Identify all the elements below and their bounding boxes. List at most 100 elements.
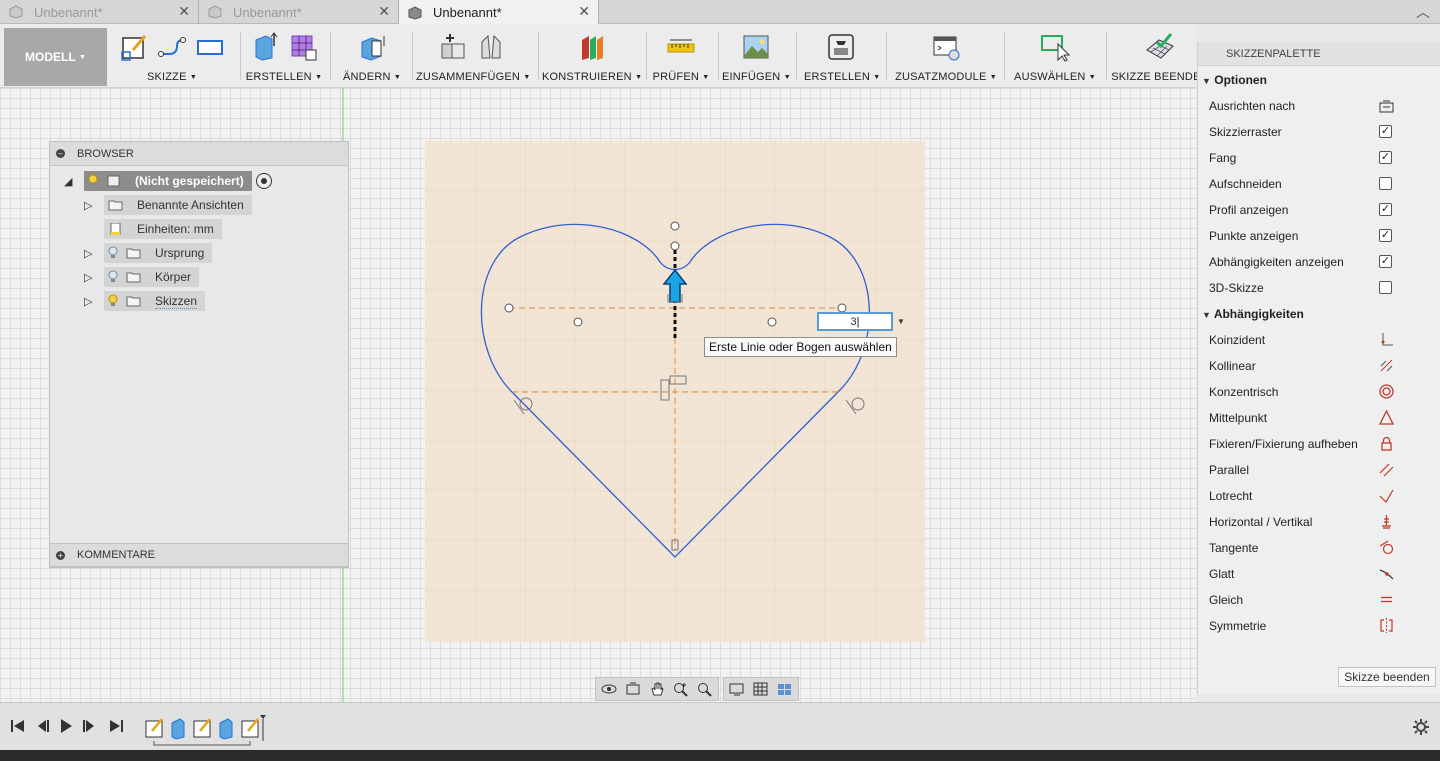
3d-print-icon[interactable] xyxy=(826,32,856,62)
workspace-switcher-button[interactable]: MODELL ▼ xyxy=(4,28,107,86)
expand-triangle-icon[interactable]: ◢ xyxy=(64,175,76,188)
constraint-row[interactable]: Horizontal / Vertikal xyxy=(1209,515,1399,529)
expand-triangle-icon[interactable]: ▷ xyxy=(84,295,96,308)
checkbox-punkte-anzeigen[interactable]: ✓ xyxy=(1379,229,1392,242)
scripts-addins-icon[interactable] xyxy=(931,32,961,62)
browser-item-skizzen[interactable]: ▷ Skizzen xyxy=(84,291,206,311)
erstellen-group[interactable]: ERSTELLEN ▼ xyxy=(244,24,324,88)
timeline-features[interactable] xyxy=(142,713,272,747)
checkbox-abhaengigkeiten-anzeigen[interactable]: ✓ xyxy=(1379,255,1392,268)
options-section-header[interactable]: ▼ Optionen xyxy=(1202,73,1267,87)
expand-plus-icon[interactable]: + xyxy=(56,550,65,560)
browser-header[interactable]: – BROWSER xyxy=(50,142,348,166)
horizontal-vertical-icon[interactable] xyxy=(1379,514,1394,529)
collapse-icon[interactable]: ︿ xyxy=(1416,2,1430,22)
expand-triangle-icon[interactable]: ▷ xyxy=(84,271,96,284)
play-icon[interactable] xyxy=(58,718,74,734)
midpoint-icon[interactable] xyxy=(1379,410,1394,425)
browser-item-ursprung[interactable]: ▷ Ursprung xyxy=(84,243,213,263)
tree-node[interactable]: Benannte Ansichten xyxy=(104,195,252,215)
create-sketch-icon[interactable] xyxy=(119,32,149,62)
orbit-icon[interactable] xyxy=(600,681,618,697)
look-at-icon[interactable] xyxy=(624,681,642,697)
activate-radio-icon[interactable] xyxy=(255,173,272,189)
insert-image-icon[interactable] xyxy=(741,32,771,62)
browser-item-benannte-ansichten[interactable]: ▷ Benannte Ansichten xyxy=(84,195,252,215)
select-icon[interactable] xyxy=(1040,32,1070,62)
zusammenfuegen-group[interactable]: ZUSAMMENFÜGEN ▼ xyxy=(416,24,530,88)
constraint-row[interactable]: Mittelpunkt xyxy=(1209,411,1399,425)
palette-header[interactable]: SKIZZENPALETTE xyxy=(1198,42,1440,66)
step-forward-icon[interactable] xyxy=(82,718,98,734)
perpendicular-icon[interactable] xyxy=(1379,488,1394,503)
lightbulb-icon[interactable] xyxy=(108,294,118,308)
aendern-group[interactable]: ÄNDERN ▼ xyxy=(336,24,408,88)
collinear-icon[interactable] xyxy=(1379,358,1394,373)
dimension-dropdown-icon[interactable]: ▼ xyxy=(895,313,907,330)
einfuegen-group[interactable]: EINFÜGEN ▼ xyxy=(722,24,791,88)
constraint-row[interactable]: Fixieren/Fixierung aufheben xyxy=(1209,437,1399,451)
lock-icon[interactable] xyxy=(1379,436,1394,451)
expand-triangle-icon[interactable]: ▷ xyxy=(84,199,96,212)
smooth-icon[interactable] xyxy=(1379,566,1394,581)
constraint-row[interactable]: Gleich xyxy=(1209,593,1399,607)
timeline-settings-gear-icon[interactable] xyxy=(1412,718,1430,736)
go-to-end-icon[interactable] xyxy=(108,718,124,734)
erstellen-2-group[interactable]: ERSTELLEN ▼ xyxy=(804,24,880,88)
finish-sketch-icon[interactable] xyxy=(1145,32,1175,62)
lightbulb-off-icon[interactable] xyxy=(108,270,118,284)
zoom-icon[interactable] xyxy=(672,681,690,697)
checkbox-3d-skizze[interactable] xyxy=(1379,281,1392,294)
joint-icon[interactable] xyxy=(476,32,506,62)
measure-icon[interactable] xyxy=(666,32,696,62)
constraint-row[interactable]: Koinzident xyxy=(1209,333,1399,347)
collapse-triangle-icon[interactable]: ▼ xyxy=(1202,76,1211,86)
offset-plane-icon[interactable] xyxy=(577,32,607,62)
zusatzmodule-group[interactable]: ZUSATZMODULE ▼ xyxy=(894,24,998,88)
grid-settings-icon[interactable] xyxy=(752,681,770,697)
checkbox-profil-anzeigen[interactable]: ✓ xyxy=(1379,203,1392,216)
konstruieren-group[interactable]: KONSTRUIEREN ▼ xyxy=(542,24,642,88)
finish-sketch-button[interactable]: Skizze beenden xyxy=(1338,667,1436,687)
rectangle-tool-icon[interactable] xyxy=(195,32,225,62)
constraint-row[interactable]: Parallel xyxy=(1209,463,1399,477)
extrude-icon[interactable] xyxy=(250,32,280,62)
checkbox-aufschneiden[interactable] xyxy=(1379,177,1392,190)
tangent-icon[interactable] xyxy=(1379,540,1394,555)
browser-item-koerper[interactable]: ▷ Körper xyxy=(84,267,200,287)
line-tool-icon[interactable] xyxy=(157,32,187,62)
new-component-icon[interactable] xyxy=(438,32,468,62)
document-tab-3-active[interactable]: Unbenannt* ✕ xyxy=(399,0,599,25)
tree-node[interactable]: Skizzen xyxy=(104,291,206,311)
constraint-row[interactable]: Glatt xyxy=(1209,567,1399,581)
close-icon[interactable]: ✕ xyxy=(378,3,390,20)
root-node[interactable]: (Nicht gespeichert) xyxy=(84,171,252,191)
look-at-icon[interactable] xyxy=(1379,99,1394,113)
display-settings-icon[interactable] xyxy=(728,681,746,697)
expand-triangle-icon[interactable]: ▷ xyxy=(84,247,96,260)
zoom-window-icon[interactable] xyxy=(696,681,714,697)
document-tab-1[interactable]: Unbenannt* ✕ xyxy=(0,0,199,24)
skizze-beenden-group[interactable]: SKIZZE BEENDEN xyxy=(1110,24,1210,88)
symmetry-icon[interactable] xyxy=(1379,618,1394,633)
viewports-icon[interactable] xyxy=(776,681,794,697)
constraint-row[interactable]: Tangente xyxy=(1209,541,1399,555)
dimension-input[interactable]: 3 | xyxy=(817,312,893,331)
coincident-icon[interactable] xyxy=(1379,332,1394,347)
document-tab-2[interactable]: Unbenannt* ✕ xyxy=(199,0,399,24)
form-icon[interactable] xyxy=(288,32,318,62)
checkbox-fang[interactable]: ✓ xyxy=(1379,151,1392,164)
checkbox-skizzierraster[interactable]: ✓ xyxy=(1379,125,1392,138)
lightbulb-off-icon[interactable] xyxy=(108,246,118,260)
lightbulb-icon[interactable] xyxy=(88,174,98,188)
pan-hand-icon[interactable] xyxy=(648,681,666,697)
auswaehlen-group[interactable]: AUSWÄHLEN ▼ xyxy=(1010,24,1100,88)
tree-node[interactable]: Einheiten: mm xyxy=(104,219,222,239)
constraint-row[interactable]: Konzentrisch xyxy=(1209,385,1399,399)
collapse-minus-icon[interactable]: – xyxy=(56,149,65,158)
close-icon[interactable]: ✕ xyxy=(578,3,590,20)
collapse-triangle-icon[interactable]: ▼ xyxy=(1202,310,1211,320)
step-back-icon[interactable] xyxy=(34,718,50,734)
comments-panel[interactable]: + KOMMENTARE xyxy=(49,543,349,567)
press-pull-icon[interactable] xyxy=(357,32,387,62)
